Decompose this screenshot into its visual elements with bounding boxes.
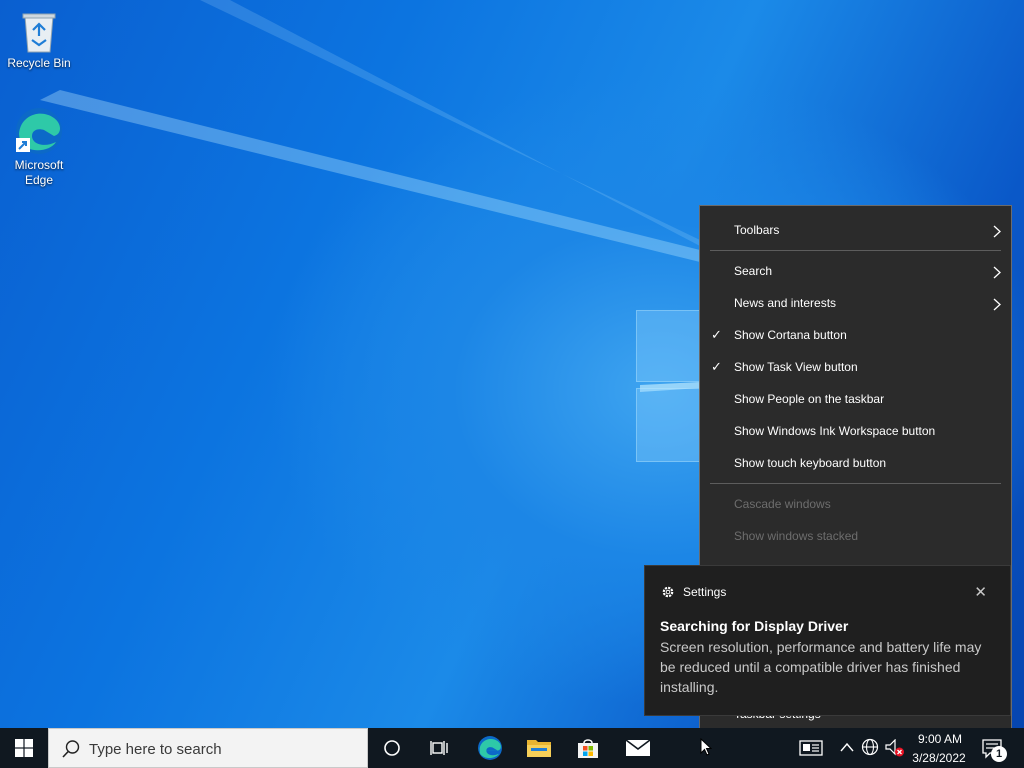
menu-item-label: Show Windows Ink Workspace button [734, 424, 936, 438]
menu-item-show-task-view-button[interactable]: ✓ Show Task View button [700, 353, 1011, 381]
menu-item-show-windows-stacked: Show windows stacked [700, 522, 1011, 550]
close-icon[interactable]: ✕ [974, 583, 987, 601]
desktop-icon-recycle-bin[interactable]: Recycle Bin [1, 8, 77, 71]
menu-item-label: Show windows stacked [734, 529, 859, 543]
desktop-icon-label: Recycle Bin [7, 56, 71, 70]
taskbar: Type here to search 9:00 AM 3/28/2022 1 [0, 728, 1024, 768]
menu-item-label: Toolbars [734, 223, 780, 237]
edge-icon [16, 108, 62, 154]
menu-item-label: Show touch keyboard button [734, 456, 887, 470]
menu-item-label: Cascade windows [734, 497, 831, 511]
menu-item-news-and-interests[interactable]: News and interests [700, 289, 1011, 317]
menu-item-label: Search [734, 264, 773, 278]
menu-item-label: Show Task View button [734, 360, 858, 374]
news-and-interests-icon[interactable] [799, 740, 823, 756]
clock-time[interactable]: 9:00 AM [900, 732, 980, 746]
search-input[interactable]: Type here to search [48, 728, 368, 768]
desktop-icon-microsoft-edge[interactable]: Microsoft Edge [1, 106, 77, 188]
menu-item-cascade-windows: Cascade windows [700, 490, 1011, 518]
windows-logo-pane-bottom [636, 388, 701, 462]
windows-logo-pane-top [636, 310, 701, 382]
task-view-button[interactable] [416, 728, 464, 768]
menu-separator [710, 250, 1001, 251]
cortana-icon [384, 740, 400, 756]
chevron-up-icon[interactable] [840, 742, 854, 752]
toast-body: Screen resolution, performance and batte… [660, 639, 982, 695]
checkmark-icon: ✓ [711, 327, 722, 342]
taskbar-file-explorer-button[interactable] [515, 728, 563, 768]
gear-icon [662, 586, 674, 598]
store-icon [578, 739, 598, 758]
chevron-right-icon [993, 266, 1001, 279]
checkmark-icon: ✓ [711, 359, 722, 374]
menu-item-toolbars[interactable]: Toolbars [700, 216, 1011, 244]
toast-title: Searching for Display Driver [660, 618, 849, 634]
desktop: Recycle Bin Microsoft Edge Toolbars Sear… [0, 0, 1024, 768]
windows-start-icon [15, 739, 33, 757]
notification-count-badge: 1 [991, 746, 1007, 762]
cortana-button[interactable] [368, 728, 416, 768]
mail-icon [626, 739, 650, 756]
search-placeholder: Type here to search [89, 741, 222, 758]
chevron-right-icon [993, 298, 1001, 311]
toast-app-name: Settings [683, 585, 727, 599]
menu-item-search[interactable]: Search [700, 257, 1011, 285]
network-globe-icon[interactable] [861, 738, 881, 758]
taskbar-store-button[interactable] [564, 728, 612, 768]
chevron-right-icon [993, 225, 1001, 238]
desktop-icon-label: Microsoft Edge [14, 158, 64, 187]
menu-separator [710, 483, 1001, 484]
toast-notification[interactable]: Settings ✕ Searching for Display Driver … [644, 565, 1011, 716]
task-view-icon [430, 741, 448, 755]
recycle-bin-icon [22, 13, 56, 53]
menu-item-show-windows-ink[interactable]: Show Windows Ink Workspace button [700, 417, 1011, 445]
taskbar-mail-button[interactable] [614, 728, 662, 768]
edge-icon [478, 736, 502, 760]
menu-item-show-cortana-button[interactable]: ✓ Show Cortana button [700, 321, 1011, 349]
menu-item-show-touch-keyboard[interactable]: Show touch keyboard button [700, 449, 1011, 477]
file-explorer-icon [527, 740, 551, 757]
start-button[interactable] [0, 728, 48, 768]
menu-item-label: Show People on the taskbar [734, 392, 885, 406]
taskbar-edge-button[interactable] [466, 728, 514, 768]
search-icon [62, 740, 80, 758]
menu-item-label: News and interests [734, 296, 837, 310]
menu-item-show-people[interactable]: Show People on the taskbar [700, 385, 1011, 413]
menu-item-label: Show Cortana button [734, 328, 847, 342]
clock-date[interactable]: 3/28/2022 [899, 751, 979, 765]
mouse-cursor-icon [700, 738, 712, 756]
